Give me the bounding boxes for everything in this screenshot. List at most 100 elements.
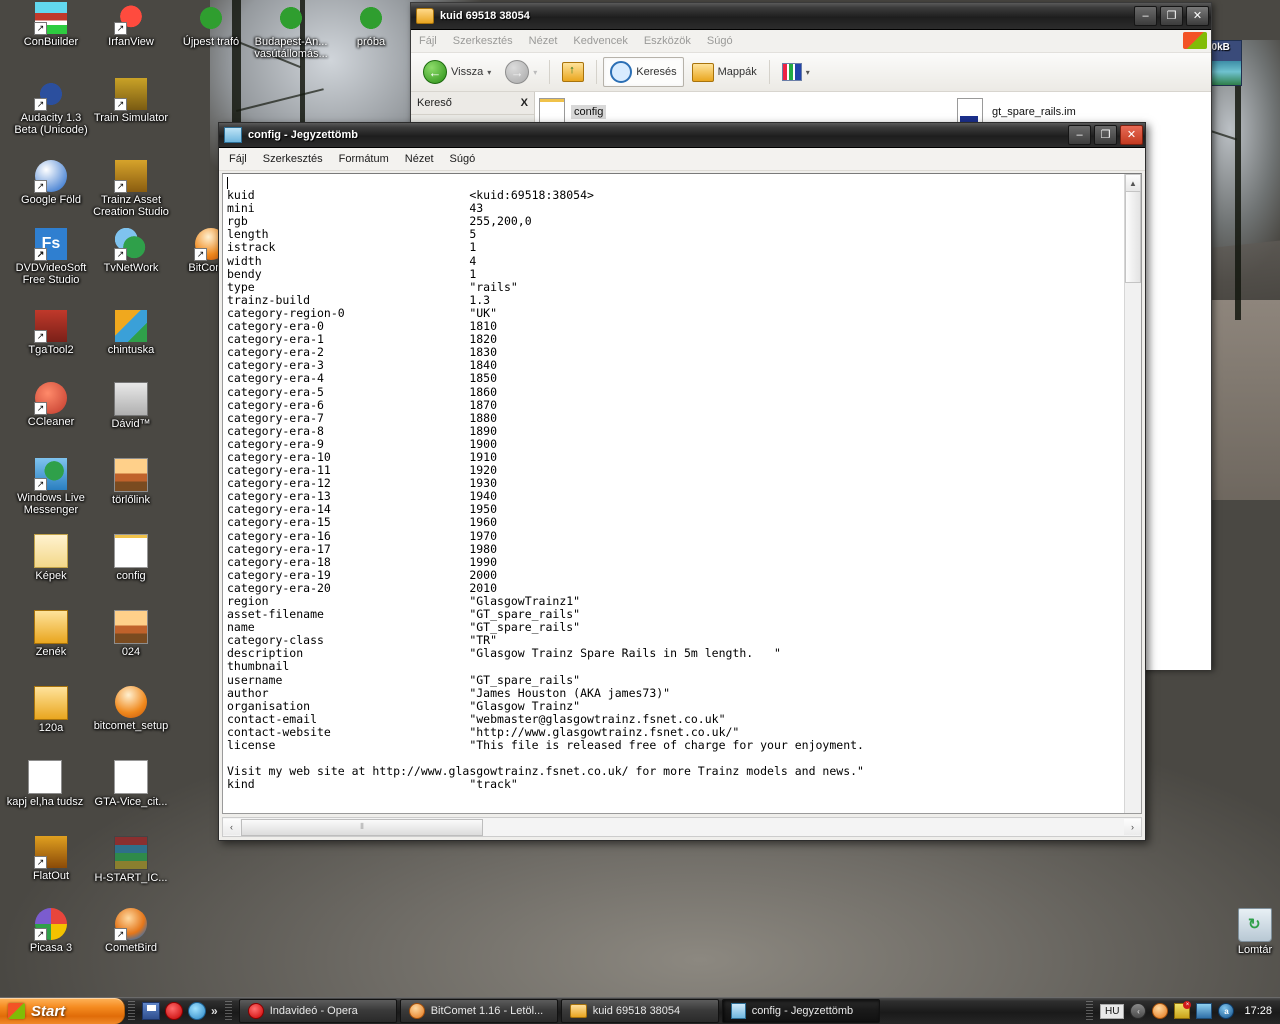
save-icon[interactable] (142, 1002, 160, 1020)
desktop-icon-windows-live-messenger[interactable]: ↗ Windows Live Messenger (8, 458, 94, 516)
search-button[interactable]: Keresés (603, 57, 684, 87)
desktop-icon-tvnetwork[interactable]: ↗ TvNetWork (88, 228, 174, 274)
notepad-vertical-scrollbar[interactable]: ▲ (1124, 174, 1141, 813)
notepad-titlebar[interactable]: config - Jegyzettömb – ❐ ✕ (219, 123, 1145, 148)
desktop-icon-lomt-r[interactable]: ↻ Lomtár (1212, 908, 1280, 956)
opera-icon (247, 1003, 264, 1019)
vertical-scroll-thumb[interactable] (1125, 191, 1141, 283)
maximize-button[interactable]: ❐ (1160, 6, 1183, 26)
desktop-icon-picasa-3[interactable]: ↗ Picasa 3 (8, 908, 94, 954)
tray-grip[interactable] (1086, 1001, 1094, 1021)
desktop-icon-pr-ba[interactable]: próba (328, 2, 414, 48)
picfolder-icon (34, 534, 68, 568)
start-button[interactable]: Start (0, 998, 125, 1024)
forward-button[interactable]: → ▾ (499, 57, 543, 87)
desktop-icon-k-pek[interactable]: Képek (8, 534, 94, 582)
menu-item-file[interactable]: Fájl (229, 153, 247, 165)
desktop-icon-flatout[interactable]: ↗ FlatOut (8, 836, 94, 882)
taskbar-item-explorer[interactable]: kuid 69518 38054 (560, 999, 719, 1023)
tvnetwork-icon: ↗ (114, 228, 147, 261)
desktop-icon-tgatool2[interactable]: ↗ TgaTool2 (8, 310, 94, 356)
language-indicator[interactable]: HU (1100, 1003, 1125, 1019)
notepad-window[interactable]: config - Jegyzettömb – ❐ ✕ Fájl Szerkesz… (218, 122, 1146, 841)
desktop-icon-t-rl-link[interactable]: törlőlink (88, 458, 174, 506)
maximize-button[interactable]: ❐ (1094, 125, 1117, 145)
forward-dropdown-icon[interactable]: ▾ (533, 68, 537, 77)
clock[interactable]: 17:28 (1244, 1005, 1272, 1017)
menu-item-favorites[interactable]: Kedvencek (573, 35, 627, 47)
views-dropdown-icon[interactable]: ▾ (806, 68, 810, 77)
notepad-text-area[interactable]: kuid <kuid:69518:38054> mini 43 rgb 255,… (222, 173, 1142, 814)
desktop-icon-irfanview[interactable]: ↗ IrfanView (88, 2, 174, 48)
quick-launch-more-icon[interactable]: » (211, 1004, 218, 1018)
desktop-icon-024[interactable]: 024 (88, 610, 174, 658)
notepad-horizontal-scrollbar[interactable]: ‹ ⦀ › (222, 817, 1142, 837)
folders-button[interactable]: Mappák (686, 60, 763, 85)
back-button[interactable]: ← Vissza ▾ (417, 57, 497, 87)
desktop-icon-audacity-1-3-beta-unicode[interactable]: ↗ Audacity 1.3 Beta (Unicode) (8, 78, 94, 136)
menu-item-view[interactable]: Nézet (405, 153, 434, 165)
toolbar-grip[interactable] (128, 1001, 135, 1021)
taskbar-item-bitcomet[interactable]: BitComet 1.16 - Letöl... (399, 999, 558, 1023)
desktop-icon-chintuska[interactable]: chintuska (88, 310, 174, 356)
desktop-icon-h-start-ic[interactable]: H-START_IC... (88, 836, 174, 884)
back-dropdown-icon[interactable]: ▾ (487, 68, 491, 77)
folders-icon (691, 62, 714, 82)
scroll-left-arrow-icon[interactable]: ‹ (223, 819, 240, 835)
show-hidden-icon[interactable]: ‹ (1130, 1003, 1147, 1019)
menu-item-tools[interactable]: Eszközök (644, 35, 691, 47)
desktop-icon-config[interactable]: config (88, 534, 174, 582)
menu-item-help[interactable]: Súgó (707, 35, 733, 47)
close-button[interactable]: ✕ (1120, 125, 1143, 145)
desktop-icon-jpest-traf[interactable]: Újpest trafó (168, 2, 254, 48)
bitcomet-icon[interactable] (188, 1002, 206, 1020)
desktop-icon-train-simulator[interactable]: ↗ Train Simulator (88, 78, 174, 124)
messenger-icon[interactable]: a (1218, 1003, 1235, 1019)
desktop-icon-zen-k[interactable]: Zenék (8, 610, 94, 658)
network-icon[interactable] (1196, 1003, 1213, 1019)
menu-item-edit[interactable]: Szerkesztés (263, 153, 323, 165)
desktop-icon-trainz-asset-creation-studio[interactable]: ↗ Trainz Asset Creation Studio (88, 160, 174, 218)
flatout-icon: ↗ (34, 836, 67, 869)
bitcomet-tray-icon[interactable] (1152, 1003, 1169, 1019)
scroll-up-arrow-icon[interactable]: ▲ (1125, 174, 1141, 192)
minimize-button[interactable]: – (1068, 125, 1091, 145)
desktop-icon-label: CCleaner (27, 416, 75, 428)
desktop-icon-conbuilder[interactable]: ↗ ConBuilder (8, 2, 94, 48)
taskbar-item-notepad[interactable]: config - Jegyzettömb (721, 999, 880, 1023)
desktop-icon-label: Budapest-An... vasútállomás... (254, 36, 328, 60)
menu-item-view[interactable]: Nézet (529, 35, 558, 47)
desktop-icon-google-f-ld[interactable]: ↗ Google Föld (8, 160, 94, 206)
menu-item-help[interactable]: Súgó (450, 153, 476, 165)
menu-item-file[interactable]: Fájl (419, 35, 437, 47)
system-tray: HU ‹ × a 17:28 (1096, 998, 1280, 1024)
desktop-icon-bitcomet-setup[interactable]: bitcomet_setup (88, 686, 174, 732)
minimize-button[interactable]: – (1134, 6, 1157, 26)
wallpaper-tree-trunk (1235, 60, 1241, 320)
explorer-titlebar[interactable]: kuid 69518 38054 – ❐ ✕ (411, 3, 1211, 30)
desktop-icon-budapest-an-vas-t-llom-s[interactable]: Budapest-An... vasútállomás... (248, 2, 334, 60)
close-button[interactable]: ✕ (1186, 6, 1209, 26)
desktop-icon-d-vid[interactable]: Dávid™ (88, 382, 174, 430)
menu-item-format[interactable]: Formátum (339, 153, 389, 165)
desktop-icon-label: CometBird (105, 942, 157, 954)
scroll-right-arrow-icon[interactable]: › (1124, 819, 1141, 835)
views-button[interactable]: ▾ (776, 60, 816, 84)
close-search-pane-icon[interactable]: X (521, 97, 528, 109)
search-label: Keresés (636, 66, 677, 78)
recycle-arrows-icon: ↻ (1248, 916, 1261, 933)
taskbar-item-opera[interactable]: Indavideó - Opera (238, 999, 397, 1023)
opera-icon[interactable] (165, 1002, 183, 1020)
menu-item-edit[interactable]: Szerkesztés (453, 35, 513, 47)
notepad-text-content[interactable]: kuid <kuid:69518:38054> mini 43 rgb 255,… (227, 176, 1123, 813)
tasks-grip[interactable] (224, 1001, 232, 1021)
up-button[interactable]: ↑ (556, 59, 590, 85)
desktop-icon-120a[interactable]: 120a (8, 686, 94, 734)
desktop-icon-dvdvideosoft-free-studio[interactable]: Fs ↗ DVDVideoSoft Free Studio (8, 228, 94, 286)
desktop-icon-cometbird[interactable]: ↗ CometBird (88, 908, 174, 954)
desktop-icon-kapj-el-ha-tudsz[interactable]: kapj el,ha tudsz (2, 760, 88, 808)
antivirus-icon[interactable]: × (1174, 1001, 1192, 1019)
horizontal-scroll-thumb[interactable]: ⦀ (241, 818, 483, 836)
desktop-icon-ccleaner[interactable]: ↗ CCleaner (8, 382, 94, 428)
desktop-icon-gta-vice-cit[interactable]: GTA-Vice_cit... (88, 760, 174, 808)
